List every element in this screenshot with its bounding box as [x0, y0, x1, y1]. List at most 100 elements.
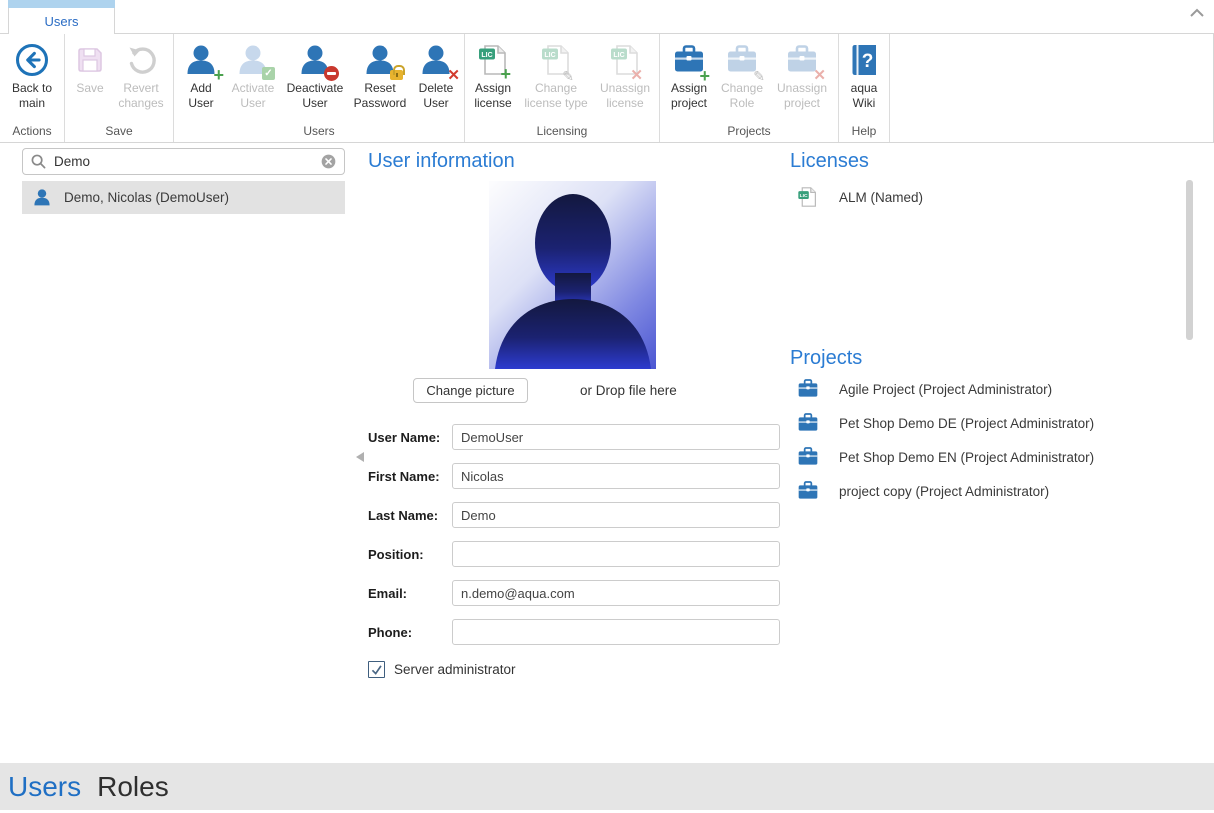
change-license-type-button: LIC ✎ Change license type — [518, 37, 594, 110]
tab-accent-strip — [8, 0, 115, 8]
username-field[interactable] — [452, 424, 780, 450]
user-silhouette-icon — [489, 181, 656, 369]
project-icon — [797, 379, 819, 399]
licenses-projects-panel: Licenses LIC ALM (Named) Projects Agile … — [790, 143, 1190, 763]
footer-tab-roles[interactable]: Roles — [97, 771, 169, 803]
aqua-wiki-button[interactable]: ? aqua Wiki — [842, 37, 886, 110]
deactivate-user-button[interactable]: Deactivate User — [281, 37, 349, 110]
svg-text:LIC: LIC — [800, 193, 808, 199]
group-label-help: Help — [839, 122, 889, 142]
licenses-title: Licenses — [790, 150, 1190, 173]
form-row-username: User Name: — [368, 424, 780, 450]
email-field[interactable] — [452, 580, 780, 606]
floppy-disk-icon — [71, 41, 109, 79]
license-icon: LIC — [797, 186, 818, 208]
user-list-item[interactable]: Demo, Nicolas (DemoUser) — [22, 181, 345, 214]
project-list-item[interactable]: Pet Shop Demo DE (Project Administrator) — [797, 413, 1094, 433]
unassign-project-button: ✕ Unassign project — [769, 37, 835, 110]
user-form: User Name: First Name: Last Name: Positi… — [368, 424, 780, 645]
project-list-item[interactable]: Pet Shop Demo EN (Project Administrator) — [797, 447, 1094, 467]
chevron-up-icon — [1189, 7, 1205, 19]
svg-text:LIC: LIC — [544, 52, 555, 59]
project-icon — [797, 481, 819, 501]
user-search-box — [22, 148, 345, 175]
vertical-scrollbar[interactable] — [1186, 180, 1193, 340]
search-icon — [31, 154, 46, 169]
server-administrator-checkbox[interactable] — [368, 661, 385, 678]
license-edit-icon: LIC ✎ — [537, 41, 575, 79]
user-list-panel: Demo, Nicolas (DemoUser) — [0, 143, 352, 763]
group-label-save: Save — [65, 122, 173, 142]
project-item-label: Pet Shop Demo DE (Project Administrator) — [839, 416, 1094, 431]
svg-text:LIC: LIC — [481, 52, 492, 59]
footer-tab-bar: Users Roles — [0, 763, 1214, 810]
svg-text:?: ? — [862, 51, 874, 72]
panel-collapse-handle[interactable] — [356, 452, 364, 462]
firstname-field[interactable] — [452, 463, 780, 489]
lock-badge-icon — [390, 70, 403, 80]
block-badge-icon — [324, 66, 339, 81]
ribbon-group-users: + Add User ✓ Activate User — [174, 34, 465, 142]
user-avatar — [489, 181, 656, 369]
user-block-icon — [296, 41, 334, 79]
assign-project-button[interactable]: + Assign project — [663, 37, 715, 110]
save-button: Save — [68, 37, 112, 96]
projects-list: Agile Project (Project Administrator) Pe… — [797, 379, 1094, 515]
form-row-position: Position: — [368, 541, 780, 567]
revert-changes-button: Revert changes — [112, 37, 170, 110]
tab-users-label: Users — [8, 8, 115, 34]
svg-text:LIC: LIC — [613, 52, 624, 59]
x-badge-icon: ✕ — [447, 69, 460, 82]
checkmark-icon — [370, 663, 383, 676]
project-item-label: project copy (Project Administrator) — [839, 484, 1049, 499]
form-row-firstname: First Name: — [368, 463, 780, 489]
phone-label: Phone: — [368, 619, 452, 645]
form-row-phone: Phone: — [368, 619, 780, 645]
project-list-item[interactable]: Agile Project (Project Administrator) — [797, 379, 1094, 399]
ribbon-group-projects: + Assign project ✎ Change Role — [660, 34, 839, 142]
change-picture-button[interactable]: Change picture — [413, 378, 528, 403]
plus-badge-icon: + — [213, 68, 224, 82]
reset-password-button[interactable]: Reset Password — [349, 37, 411, 110]
footer-tab-users[interactable]: Users — [8, 771, 81, 803]
projects-title: Projects — [790, 347, 862, 370]
plus-badge-icon: + — [699, 69, 710, 83]
user-information-panel: User information Change picture or Drop … — [360, 143, 785, 173]
license-list-item[interactable]: LIC ALM (Named) — [797, 186, 1190, 208]
user-list-item-label: Demo, Nicolas (DemoUser) — [64, 190, 229, 205]
tab-users[interactable]: Users — [8, 0, 115, 34]
license-add-icon: LIC + — [474, 41, 512, 79]
position-label: Position: — [368, 541, 452, 567]
form-row-email: Email: — [368, 580, 780, 606]
x-badge-icon: ✕ — [813, 69, 826, 82]
group-label-projects: Projects — [660, 122, 838, 142]
x-badge-icon: ✕ — [630, 69, 643, 82]
assign-license-button[interactable]: LIC + Assign license — [468, 37, 518, 110]
back-to-main-button[interactable]: Back to main — [3, 37, 61, 110]
pencil-badge-icon: ✎ — [753, 70, 765, 83]
activate-user-button: ✓ Activate User — [225, 37, 281, 110]
plus-badge-icon: + — [500, 67, 511, 81]
phone-field[interactable] — [452, 619, 780, 645]
project-icon — [797, 413, 819, 433]
change-role-button: ✎ Change Role — [715, 37, 769, 110]
project-edit-icon: ✎ — [723, 41, 761, 79]
lastname-field[interactable] — [452, 502, 780, 528]
wiki-book-icon: ? — [845, 41, 883, 79]
project-list-item[interactable]: project copy (Project Administrator) — [797, 481, 1094, 501]
clear-search-icon[interactable] — [321, 154, 336, 169]
email-label: Email: — [368, 580, 452, 606]
server-administrator-row: Server administrator — [368, 661, 516, 678]
user-lock-icon — [361, 41, 399, 79]
undo-arrow-icon — [122, 41, 160, 79]
collapse-ribbon-button[interactable] — [1189, 6, 1205, 18]
position-field[interactable] — [452, 541, 780, 567]
page-title: User information — [368, 150, 785, 173]
user-search-input[interactable] — [54, 154, 321, 169]
add-user-button[interactable]: + Add User — [177, 37, 225, 110]
delete-user-button[interactable]: ✕ Delete User — [411, 37, 461, 110]
form-row-lastname: Last Name: — [368, 502, 780, 528]
user-add-icon: + — [182, 41, 220, 79]
back-circle-arrow-icon — [13, 41, 51, 79]
group-label-users: Users — [174, 122, 464, 142]
